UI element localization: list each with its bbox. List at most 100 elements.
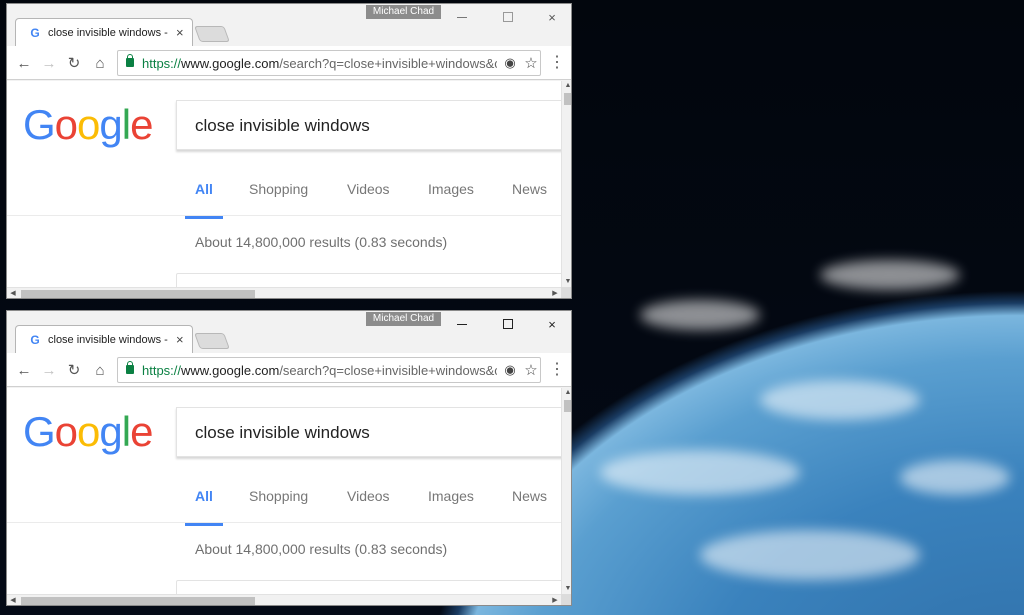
url-host: www.google.com: [181, 363, 280, 378]
profile-badge[interactable]: Michael Chad: [366, 312, 441, 326]
url-text[interactable]: https://www.google.com/search?q=close+in…: [142, 56, 497, 71]
result-card[interactable]: [176, 273, 561, 287]
scroll-down-icon[interactable]: ▼: [562, 277, 571, 287]
title-bar[interactable]: Michael Chad × G close invisible windows…: [7, 311, 571, 353]
search-input[interactable]: close invisible windows: [176, 100, 561, 150]
results-stats: About 14,800,000 results (0.83 seconds): [195, 234, 448, 250]
horizontal-scroll-thumb[interactable]: [21, 290, 255, 298]
scroll-right-icon[interactable]: ▶: [549, 288, 561, 298]
maximize-button[interactable]: [485, 313, 531, 335]
maximize-icon: [503, 12, 513, 22]
back-button[interactable]: ←: [13, 359, 35, 381]
tab-all[interactable]: All: [185, 486, 223, 526]
google-favicon-icon: G: [30, 25, 40, 40]
lock-icon[interactable]: [126, 54, 134, 67]
scroll-right-icon[interactable]: ▶: [549, 595, 561, 605]
forward-button[interactable]: →: [38, 359, 60, 381]
wallpaper-cloud: [640, 300, 760, 330]
logo-letter: o: [77, 101, 100, 148]
horizontal-scroll-thumb[interactable]: [21, 597, 255, 605]
forward-button[interactable]: →: [38, 52, 60, 74]
vertical-scroll-thumb[interactable]: [564, 93, 571, 105]
tab-news[interactable]: News: [512, 179, 547, 219]
url-text[interactable]: https://www.google.com/search?q=close+in…: [142, 363, 497, 378]
search-input[interactable]: close invisible windows: [176, 407, 561, 457]
tab-images[interactable]: Images: [428, 179, 474, 219]
star-icon[interactable]: ☆: [523, 54, 539, 72]
logo-letter: l: [121, 101, 131, 148]
tab-videos[interactable]: Videos: [347, 179, 390, 219]
google-logo[interactable]: Google: [23, 101, 153, 149]
logo-letter: G: [23, 408, 56, 455]
browser-toolbar: ← → ↻ ⌂ https://www.google.com/search?q=…: [7, 46, 571, 80]
tab-shopping[interactable]: Shopping: [249, 486, 308, 526]
forward-arrow-icon: →: [41, 361, 57, 379]
browser-tab[interactable]: G close invisible windows - ×: [15, 325, 193, 353]
vertical-scrollbar[interactable]: ▲ ▼: [561, 81, 571, 287]
location-icon[interactable]: ◉: [502, 362, 518, 378]
scroll-down-icon[interactable]: ▼: [562, 584, 571, 594]
scroll-left-icon[interactable]: ◀: [7, 595, 19, 605]
vertical-scroll-thumb[interactable]: [564, 400, 571, 412]
minimize-button[interactable]: [439, 6, 485, 28]
wallpaper-cloud: [700, 530, 920, 580]
results-stats: About 14,800,000 results (0.83 seconds): [195, 541, 448, 557]
minimize-button[interactable]: [439, 313, 485, 335]
close-window-button[interactable]: ×: [529, 6, 571, 28]
result-card[interactable]: [176, 580, 561, 594]
title-bar[interactable]: Michael Chad × G close invisible windows…: [7, 4, 571, 46]
reload-button[interactable]: ↻: [63, 359, 85, 381]
home-button[interactable]: ⌂: [89, 359, 111, 381]
tab-shopping[interactable]: Shopping: [249, 179, 308, 219]
home-button[interactable]: ⌂: [89, 52, 111, 74]
menu-dots-icon[interactable]: ⋮: [549, 54, 565, 72]
scroll-up-icon[interactable]: ▲: [562, 81, 571, 91]
vertical-scrollbar[interactable]: ▲ ▼: [561, 388, 571, 594]
tab-news[interactable]: News: [512, 486, 547, 526]
google-logo[interactable]: Google: [23, 408, 153, 456]
forward-arrow-icon: →: [41, 54, 57, 72]
tab-close-button[interactable]: ×: [176, 25, 184, 40]
close-icon: ×: [548, 9, 556, 25]
maximize-button[interactable]: [485, 6, 531, 28]
search-tabs: All Shopping Videos Images News: [7, 176, 561, 219]
wallpaper-cloud: [820, 260, 960, 290]
scroll-up-icon[interactable]: ▲: [562, 388, 571, 398]
logo-letter: l: [121, 408, 131, 455]
maximize-icon: [503, 319, 513, 329]
menu-dots-icon[interactable]: ⋮: [549, 361, 565, 379]
wallpaper-cloud: [600, 450, 800, 495]
url-scheme: https://: [142, 363, 182, 378]
scroll-corner: [561, 594, 571, 605]
scroll-left-icon[interactable]: ◀: [7, 288, 19, 298]
browser-tab[interactable]: G close invisible windows - ×: [15, 18, 193, 46]
tab-videos[interactable]: Videos: [347, 486, 390, 526]
tab-all[interactable]: All: [185, 179, 223, 219]
logo-letter: o: [77, 408, 100, 455]
address-bar[interactable]: https://www.google.com/search?q=close+in…: [117, 357, 541, 383]
new-tab-button[interactable]: [194, 26, 230, 42]
scroll-corner: [561, 287, 571, 298]
chrome-window-bottom[interactable]: Michael Chad × G close invisible windows…: [6, 310, 572, 606]
logo-letter: g: [99, 408, 122, 455]
close-window-button[interactable]: ×: [529, 313, 571, 335]
profile-badge[interactable]: Michael Chad: [366, 5, 441, 19]
back-button[interactable]: ←: [13, 52, 35, 74]
tab-close-button[interactable]: ×: [176, 332, 184, 347]
location-icon[interactable]: ◉: [502, 55, 518, 71]
tab-images[interactable]: Images: [428, 486, 474, 526]
back-arrow-icon: ←: [16, 361, 32, 379]
reload-icon: ↻: [67, 362, 81, 379]
new-tab-button[interactable]: [194, 333, 230, 349]
lock-icon[interactable]: [126, 361, 134, 374]
horizontal-scrollbar[interactable]: ◀ ▶: [7, 287, 561, 298]
chrome-window-top[interactable]: Michael Chad × G close invisible windows…: [6, 3, 572, 299]
address-bar[interactable]: https://www.google.com/search?q=close+in…: [117, 50, 541, 76]
url-host: www.google.com: [181, 56, 280, 71]
horizontal-scrollbar[interactable]: ◀ ▶: [7, 594, 561, 605]
logo-letter: g: [99, 101, 122, 148]
reload-button[interactable]: ↻: [63, 52, 85, 74]
star-icon[interactable]: ☆: [523, 361, 539, 379]
search-tabs: All Shopping Videos Images News: [7, 483, 561, 526]
logo-letter: o: [54, 101, 78, 148]
